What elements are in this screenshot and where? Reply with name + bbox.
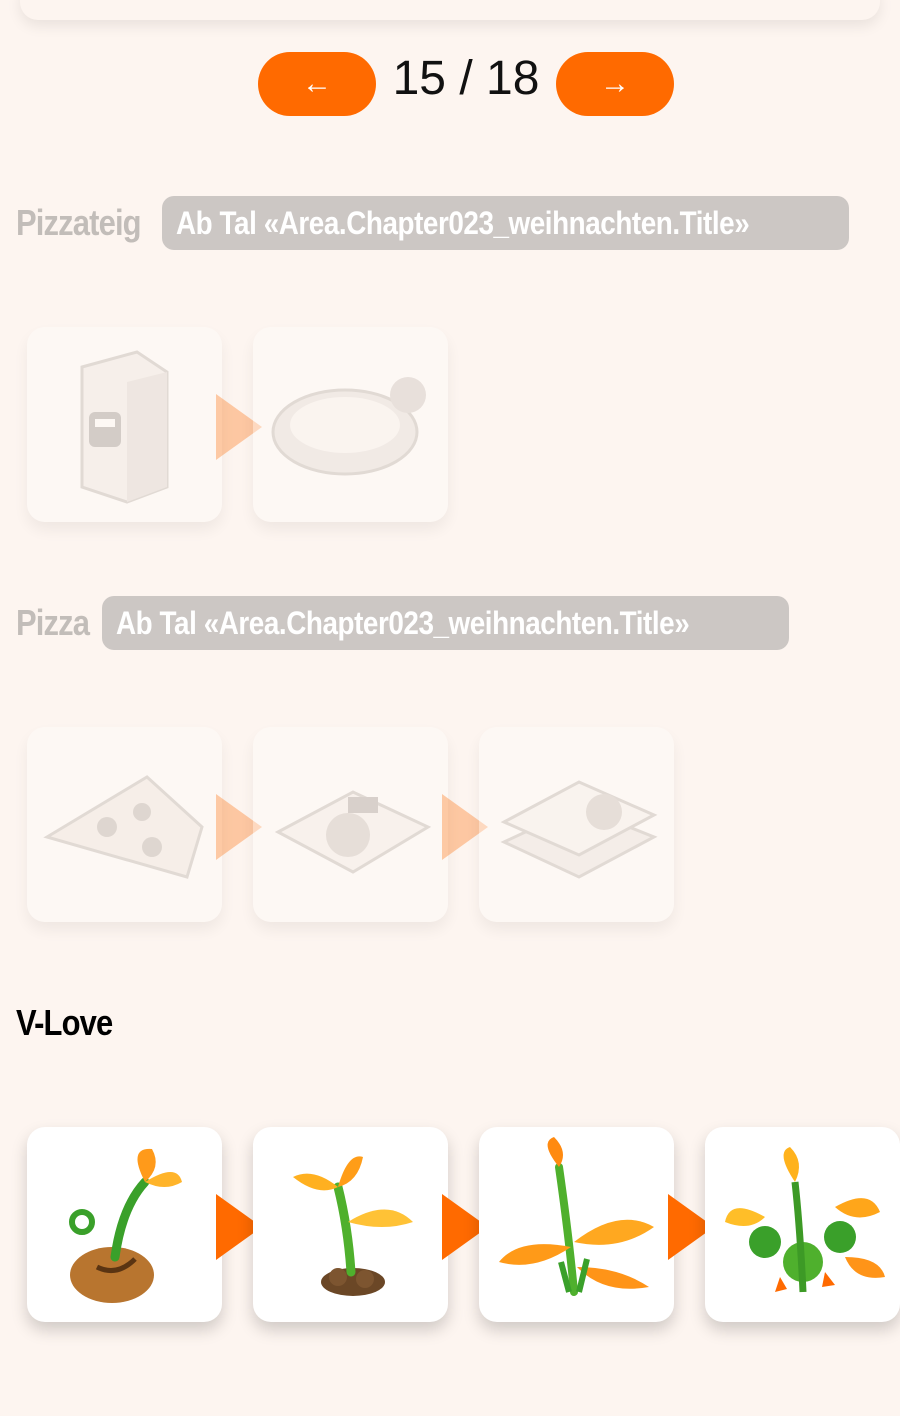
- item-card[interactable]: [253, 327, 448, 522]
- pizza-dough-icon: [271, 377, 426, 476]
- item-card[interactable]: [705, 1127, 900, 1322]
- next-page-button[interactable]: →: [556, 52, 674, 116]
- v-love-seed-icon: [69, 1148, 182, 1303]
- flour-bag-icon: [80, 350, 169, 504]
- chain-row-v-love: [0, 1127, 900, 1327]
- v-love-sprout-icon: [293, 1156, 413, 1296]
- pager: ← 15 / 18 →: [0, 52, 900, 116]
- item-card[interactable]: [27, 1127, 222, 1322]
- item-card[interactable]: [253, 727, 448, 922]
- previous-panel-edge: [20, 0, 880, 20]
- chain-row-pizza: [0, 727, 900, 927]
- v-love-plant-icon: [499, 1137, 654, 1296]
- item-card[interactable]: [27, 327, 222, 522]
- unlock-badge: Ab Tal «Area.Chapter023_weihnachten.Titl…: [162, 196, 849, 250]
- chain-row-pizzateig: [0, 327, 900, 527]
- item-card[interactable]: [253, 1127, 448, 1322]
- unlock-badge: Ab Tal «Area.Chapter023_weihnachten.Titl…: [102, 596, 789, 650]
- section-header-v-love: V-Love: [16, 996, 118, 1050]
- section-title: Pizzateig: [16, 202, 142, 243]
- section-header-pizzateig: Pizzateig Ab Tal «Area.Chapter023_weihna…: [16, 196, 849, 250]
- section-header-pizza: Pizza Ab Tal «Area.Chapter023_weihnachte…: [16, 596, 789, 650]
- v-love-bush-icon: [725, 1147, 885, 1293]
- pizza-slice-icon: [43, 775, 204, 879]
- item-card[interactable]: [479, 727, 674, 922]
- section-title: Pizza: [16, 602, 90, 643]
- section-title: V-Love: [16, 1002, 113, 1043]
- prev-page-button[interactable]: ←: [258, 52, 376, 116]
- page-indicator: 15 / 18: [392, 52, 540, 105]
- item-card[interactable]: [479, 1127, 674, 1322]
- item-card[interactable]: [27, 727, 222, 922]
- pizza-box-stack-icon: [500, 780, 658, 879]
- pizza-box-icon: [274, 790, 432, 874]
